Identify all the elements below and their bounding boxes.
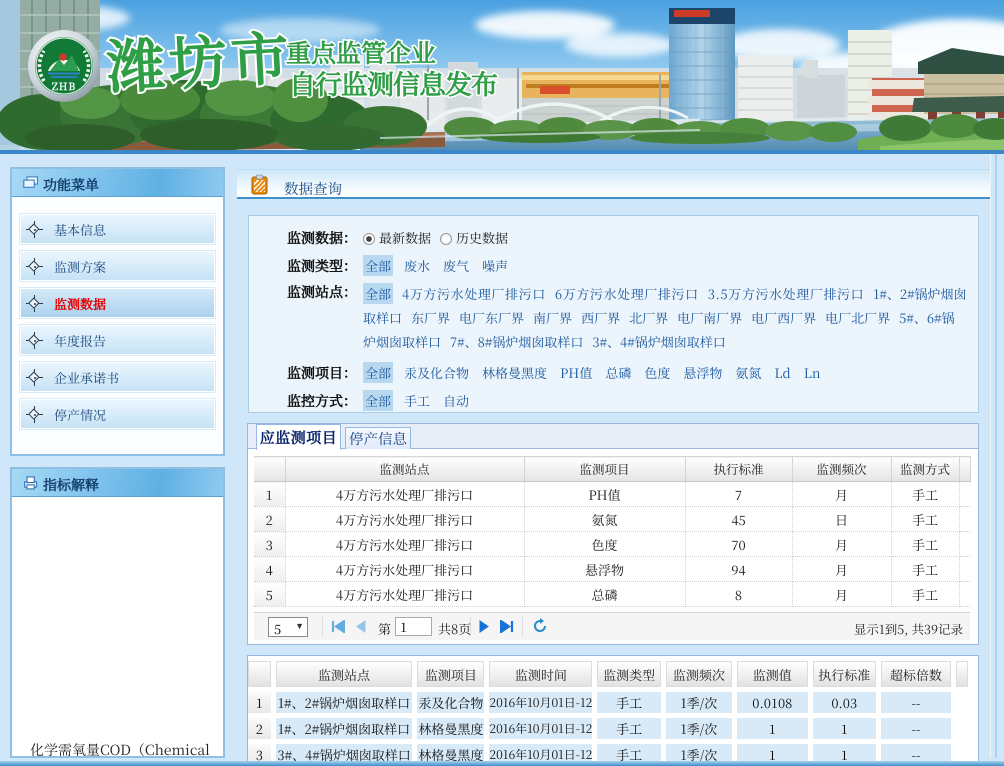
svg-text:潍坊市: 潍坊市 xyxy=(103,11,294,105)
svg-text:ZHB: ZHB xyxy=(52,78,76,93)
svg-text:自行监测信息发布: 自行监测信息发布 xyxy=(289,63,498,102)
